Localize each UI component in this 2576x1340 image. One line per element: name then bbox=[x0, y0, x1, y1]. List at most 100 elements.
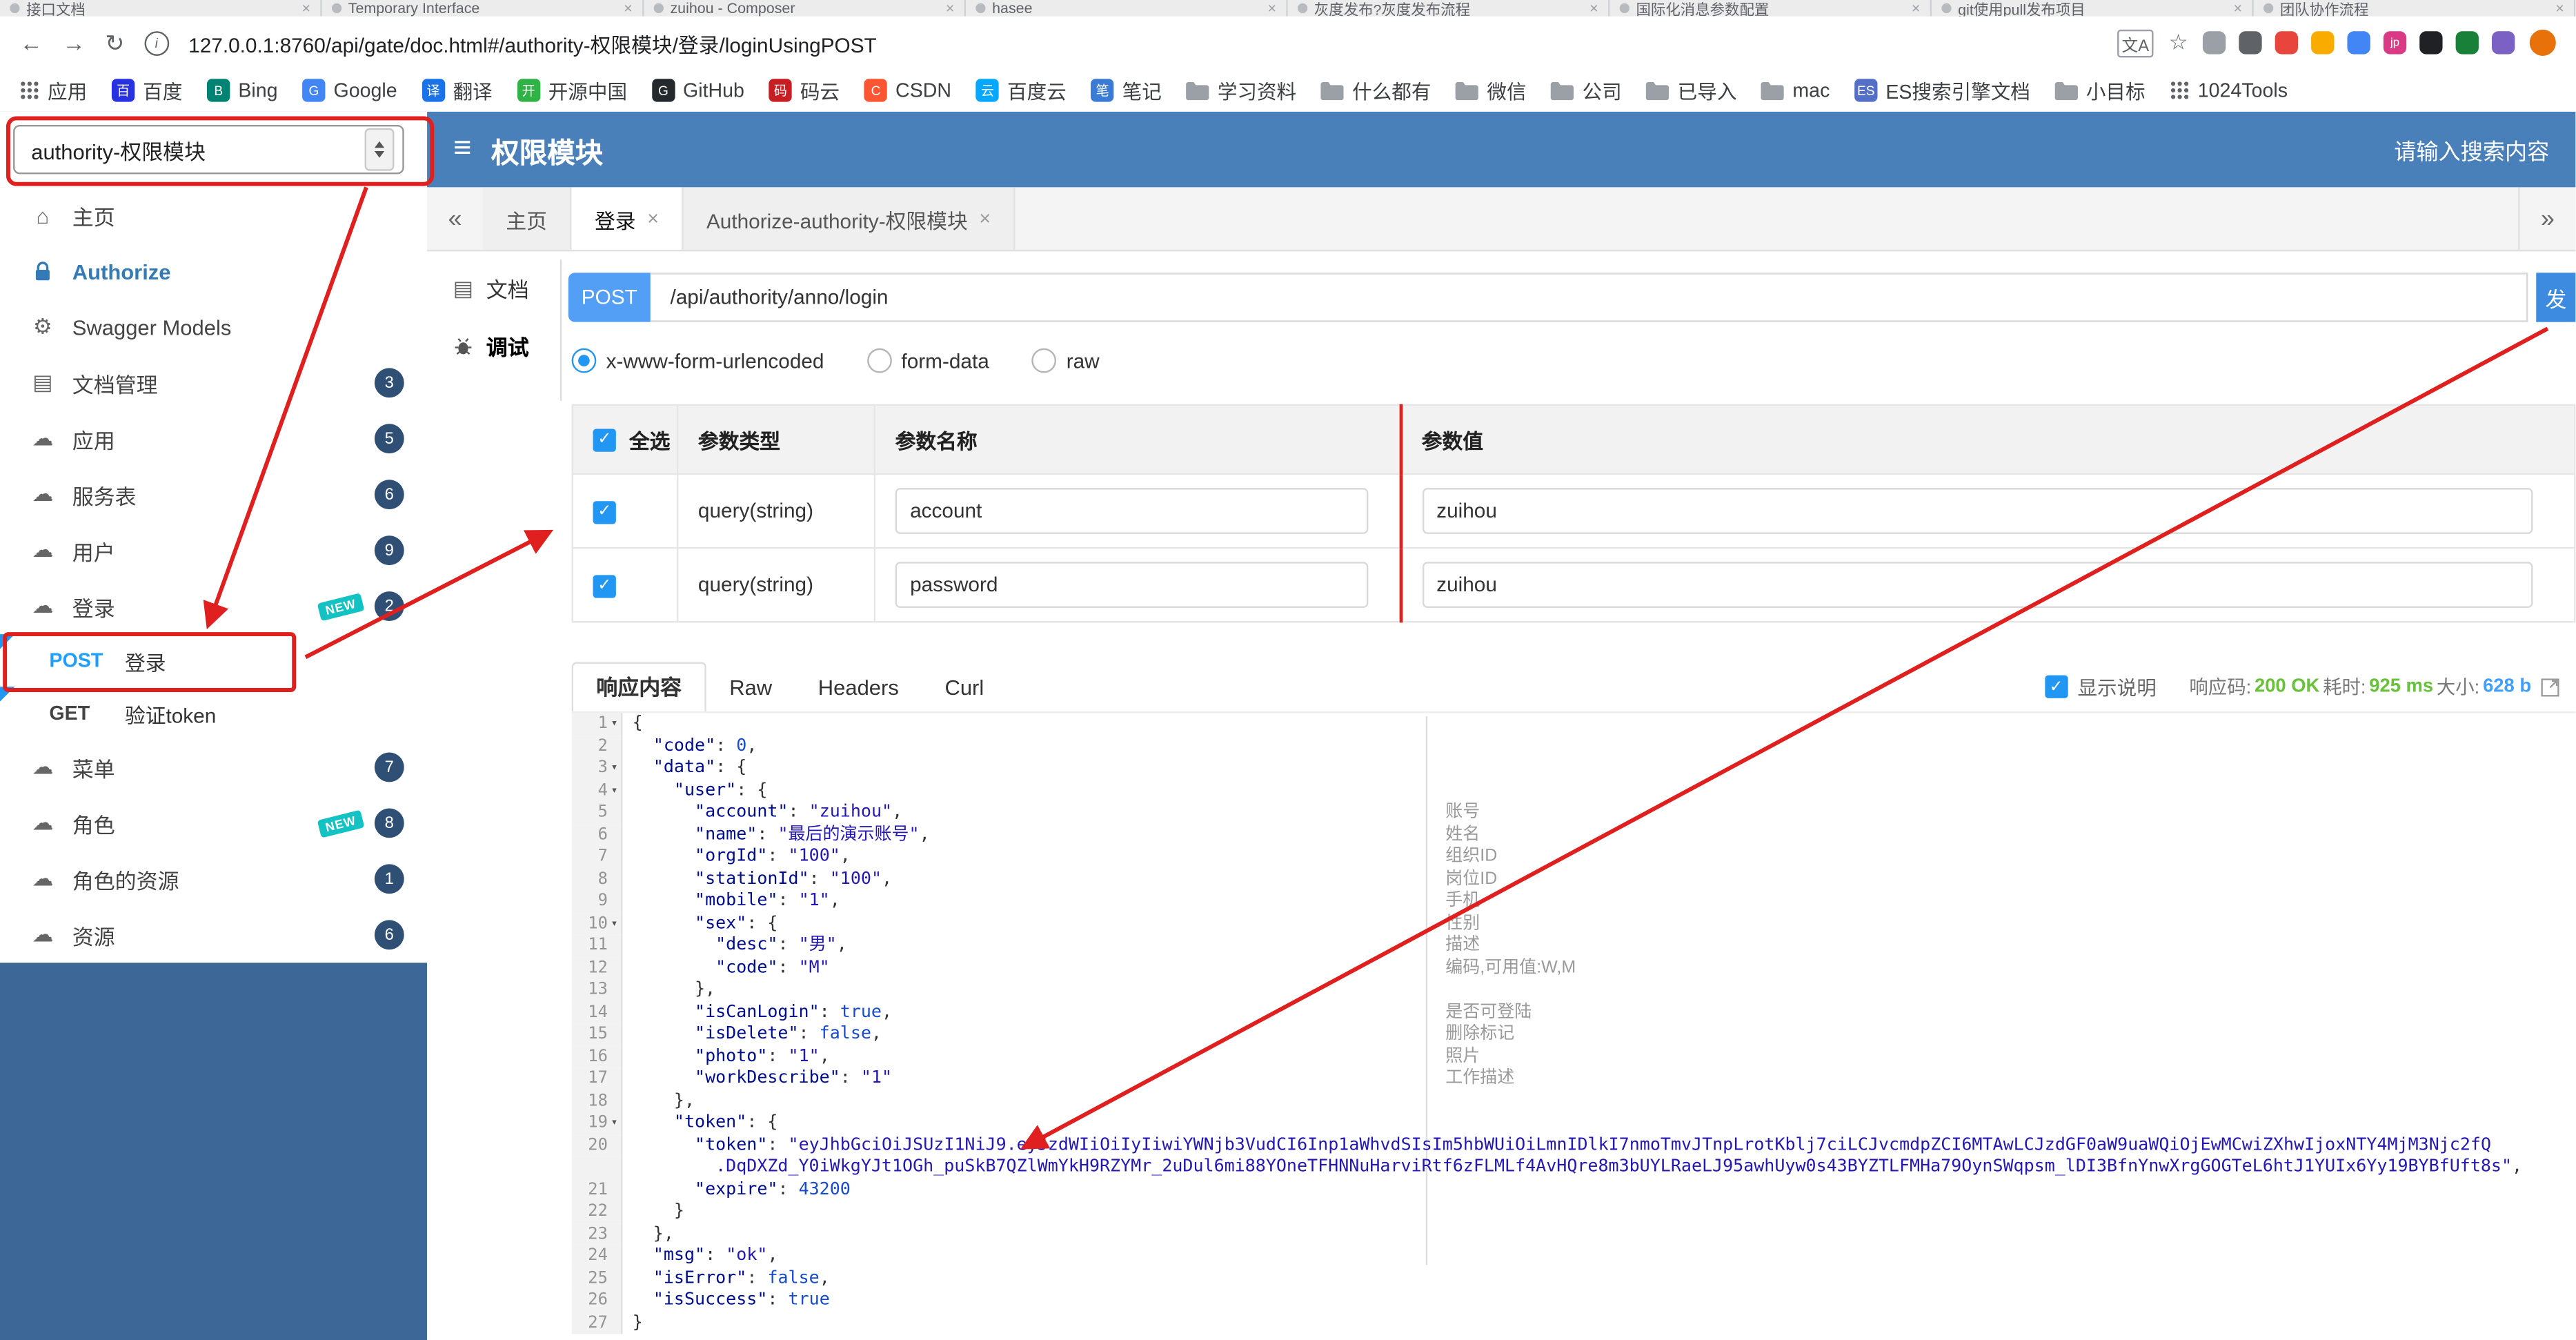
extension-icon[interactable] bbox=[2347, 31, 2370, 55]
tab-close-icon[interactable]: × bbox=[2555, 0, 2564, 17]
bookmark-item[interactable]: 码码云 bbox=[769, 77, 840, 104]
sidebar-item-resource[interactable]: ☁ 资源 6 bbox=[0, 907, 427, 963]
param-name-input[interactable] bbox=[895, 488, 1369, 534]
browser-tab[interactable]: 灰度发布?灰度发布流程 × bbox=[1287, 0, 1610, 17]
sidebar-item-menu[interactable]: ☁ 菜单 7 bbox=[0, 739, 427, 795]
doc-tab-login[interactable]: 登录 × bbox=[571, 187, 684, 250]
sidebar-item-user[interactable]: ☁ 用户 9 bbox=[0, 522, 427, 578]
sidebar-item-authorize[interactable]: Authorize bbox=[0, 243, 427, 299]
tab-close-icon[interactable]: × bbox=[647, 207, 659, 230]
doc-tab-home[interactable]: 主页 bbox=[483, 187, 572, 250]
bookmark-item[interactable]: 百百度 bbox=[111, 77, 182, 104]
request-url-field[interactable]: /api/authority/anno/login bbox=[650, 273, 2528, 322]
tab-document[interactable]: ▤ 文档 bbox=[450, 273, 560, 304]
content-type-option[interactable]: x-www-form-urlencoded bbox=[571, 348, 824, 373]
extension-icon[interactable] bbox=[2202, 31, 2226, 55]
header-search[interactable]: 请输入搜索内容 bbox=[2394, 133, 2549, 166]
bookmark-item[interactable]: 云百度云 bbox=[975, 77, 1067, 104]
tab-close-icon[interactable]: × bbox=[1589, 0, 1598, 17]
send-button[interactable]: 发 bbox=[2536, 273, 2576, 322]
tab-close-icon[interactable]: × bbox=[979, 207, 991, 230]
show-description-checkbox[interactable]: ✓ bbox=[2044, 675, 2068, 698]
sidebar-item-home[interactable]: ⌂ 主页 bbox=[0, 187, 427, 243]
param-value-input[interactable] bbox=[1421, 562, 2533, 608]
fold-toggle-icon[interactable]: ▾ bbox=[608, 1112, 621, 1134]
sidebar-item-login[interactable]: ☁ 登录 NEW 2 bbox=[0, 578, 427, 634]
tab-close-icon[interactable]: × bbox=[946, 0, 955, 17]
tabs-scroll-right-icon[interactable]: » bbox=[2518, 187, 2575, 250]
sidebar-item-application[interactable]: ☁ 应用 5 bbox=[0, 411, 427, 466]
extension-icon[interactable] bbox=[2455, 31, 2479, 55]
select-all-checkbox[interactable]: ✓ bbox=[593, 428, 616, 451]
bookmark-item[interactable]: 公司 bbox=[1551, 77, 1622, 104]
bookmark-item[interactable]: 开开源中国 bbox=[517, 77, 627, 104]
bookmark-item[interactable]: C CSDN bbox=[864, 79, 951, 102]
sidebar-endpoint-verify-token-get[interactable]: GET 验证token bbox=[0, 687, 427, 739]
content-type-option[interactable]: form-data bbox=[866, 348, 989, 373]
sidebar-item-role-resource[interactable]: ☁ 角色的资源 1 bbox=[0, 851, 427, 907]
radio-icon[interactable] bbox=[1031, 348, 1057, 373]
param-name-input[interactable] bbox=[895, 562, 1369, 608]
tab-debug[interactable]: 调试 bbox=[450, 331, 560, 362]
response-tab-headers[interactable]: Headers bbox=[795, 664, 922, 711]
tab-close-icon[interactable]: × bbox=[1912, 0, 1921, 17]
browser-tab[interactable]: 团队协作流程 × bbox=[2253, 0, 2576, 17]
tab-close-icon[interactable]: × bbox=[624, 0, 633, 17]
sidebar-item-swagger-models[interactable]: ⚙ Swagger Models bbox=[0, 299, 427, 355]
extension-icon[interactable] bbox=[2275, 31, 2299, 55]
forward-icon[interactable]: → bbox=[62, 30, 85, 56]
row-checkbox[interactable]: ✓ bbox=[593, 500, 616, 524]
fold-toggle-icon[interactable]: ▾ bbox=[608, 780, 621, 802]
translate-icon[interactable]: 文A bbox=[2117, 28, 2154, 57]
radio-icon[interactable] bbox=[866, 348, 892, 373]
reload-icon[interactable]: ↻ bbox=[105, 29, 124, 57]
content-type-option[interactable]: raw bbox=[1031, 348, 1100, 373]
bookmark-item[interactable]: 学习资料 bbox=[1186, 77, 1296, 104]
back-icon[interactable]: ← bbox=[20, 30, 43, 56]
row-checkbox[interactable]: ✓ bbox=[593, 574, 616, 598]
bookmark-item[interactable]: 译翻译 bbox=[422, 77, 493, 104]
bookmark-item[interactable]: G Google bbox=[302, 79, 397, 102]
bookmark-item[interactable]: 微信 bbox=[1456, 77, 1527, 104]
site-info-icon[interactable]: i bbox=[143, 30, 169, 55]
extension-icon[interactable] bbox=[2311, 31, 2335, 55]
browser-tab[interactable]: 国际化消息参数配置 × bbox=[1609, 0, 1932, 17]
profile-avatar[interactable] bbox=[2529, 29, 2556, 56]
fullscreen-icon[interactable] bbox=[2541, 678, 2559, 696]
bookmark-item[interactable]: G GitHub bbox=[651, 79, 744, 102]
bookmark-item[interactable]: mac bbox=[1761, 79, 1830, 102]
bookmark-item[interactable]: 什么都有 bbox=[1320, 77, 1431, 104]
sidebar-item-role[interactable]: ☁ 角色 NEW 8 bbox=[0, 795, 427, 851]
tab-close-icon[interactable]: × bbox=[301, 0, 310, 17]
sidebar-endpoint-login-post[interactable]: POST 登录 bbox=[0, 634, 427, 687]
extension-icon[interactable]: jp bbox=[2383, 31, 2407, 55]
tab-close-icon[interactable]: × bbox=[1267, 0, 1276, 17]
extension-icon[interactable] bbox=[2239, 31, 2262, 55]
fold-toggle-icon[interactable]: ▾ bbox=[608, 913, 621, 935]
bookmark-item[interactable]: 1024Tools bbox=[2170, 79, 2288, 102]
bookmark-item[interactable]: ES ES搜索引擎文档 bbox=[1854, 77, 2030, 104]
browser-tab[interactable]: git使用pull发布项目 × bbox=[1932, 0, 2254, 17]
response-tab-curl[interactable]: Curl bbox=[922, 664, 1007, 711]
extension-icon[interactable] bbox=[2419, 31, 2443, 55]
doc-tab-authorize[interactable]: Authorize-authority-权限模块 × bbox=[683, 187, 1015, 250]
bookmark-item[interactable]: 小目标 bbox=[2054, 77, 2146, 104]
response-tab-raw[interactable]: Raw bbox=[706, 664, 795, 711]
sidebar-item-doc-management[interactable]: ▤ 文档管理 3 bbox=[0, 355, 427, 411]
bookmark-item[interactable]: 应用 bbox=[20, 77, 88, 104]
browser-tab[interactable]: hasee × bbox=[966, 0, 1288, 17]
browser-tab[interactable]: Temporary Interface × bbox=[321, 0, 644, 17]
extension-icon[interactable] bbox=[2491, 31, 2515, 55]
api-group-select[interactable]: authority-权限模块 bbox=[13, 124, 404, 175]
param-value-input[interactable] bbox=[1421, 488, 2533, 534]
fold-toggle-icon[interactable]: ▾ bbox=[608, 713, 621, 735]
tabs-scroll-left-icon[interactable]: « bbox=[427, 187, 483, 249]
tab-close-icon[interactable]: × bbox=[2234, 0, 2243, 17]
browser-tab[interactable]: zuihou - Composer × bbox=[644, 0, 967, 17]
bookmark-star-icon[interactable]: ☆ bbox=[2169, 30, 2188, 56]
sidebar-item-service-table[interactable]: ☁ 服务表 6 bbox=[0, 466, 427, 522]
fold-toggle-icon[interactable]: ▾ bbox=[608, 758, 621, 780]
bookmark-item[interactable]: B Bing bbox=[207, 79, 278, 102]
url-text[interactable]: 127.0.0.1:8760/api/gate/doc.html#/author… bbox=[188, 27, 2097, 58]
response-tab-body[interactable]: 响应内容 bbox=[571, 662, 706, 713]
